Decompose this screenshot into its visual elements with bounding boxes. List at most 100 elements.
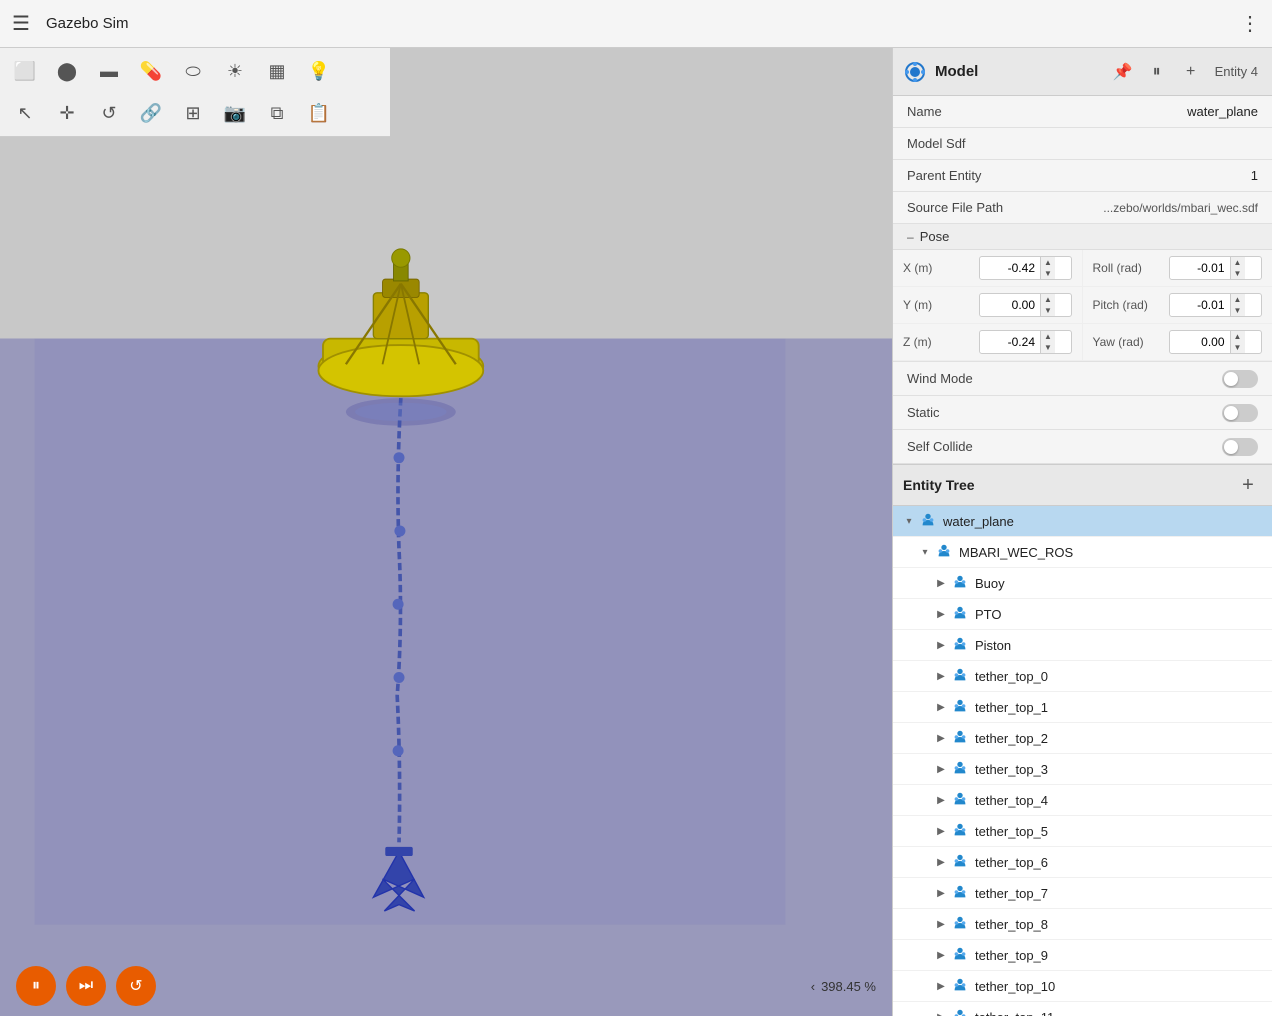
pose-input-wrap-0-left: ▲ ▼ — [979, 256, 1072, 280]
pose-input-0-right[interactable] — [1170, 258, 1230, 278]
sphere-btn[interactable]: ⬤ — [48, 52, 86, 90]
tree-chevron-12: ▶ — [933, 885, 949, 901]
pose-spin-dn-0-left[interactable]: ▼ — [1041, 268, 1055, 279]
list-item[interactable]: ▾ water_plane — [893, 506, 1272, 537]
move-btn[interactable]: ✛ — [48, 94, 86, 132]
copy-btn[interactable]: ⧉ — [258, 94, 296, 132]
pose-input-2-right[interactable] — [1170, 332, 1230, 352]
toolbar-row-2: ↖✛↺🔗⊞📷⧉📋 — [6, 94, 384, 132]
pose-spin-dn-1-right[interactable]: ▼ — [1231, 305, 1245, 316]
pin-button[interactable]: 📌 — [1109, 58, 1137, 86]
camera-btn[interactable]: 📷 — [216, 94, 254, 132]
pose-label: Pose — [920, 229, 950, 244]
play-pause-button[interactable]: ⏸ — [16, 966, 56, 1006]
parent-entity-row: Parent Entity 1 — [893, 160, 1272, 192]
tree-node-label-4: Piston — [975, 638, 1011, 653]
toggle-label-1: Static — [907, 405, 1222, 420]
app-title: Gazebo Sim — [46, 15, 129, 32]
pose-spin-up-1-right[interactable]: ▲ — [1231, 294, 1245, 305]
pose-input-2-left[interactable] — [980, 332, 1040, 352]
toggle-row-self-collide: Self Collide — [893, 430, 1272, 464]
source-file-label: Source File Path — [907, 200, 1037, 215]
tree-chevron-2: ▶ — [933, 575, 949, 591]
viewport[interactable]: ⏸ ⏭ ↺ ‹ 398.45 % — [0, 48, 892, 1016]
list-item[interactable]: ▶ tether_top_7 — [893, 878, 1272, 909]
add-model-button[interactable]: + — [1177, 58, 1205, 86]
pause-button[interactable]: ⏸ — [1143, 58, 1171, 86]
toggle-switch-1[interactable] — [1222, 404, 1258, 422]
pose-toggle[interactable]: – — [907, 230, 914, 244]
toggle-row-static: Static — [893, 396, 1272, 430]
tree-chevron-6: ▶ — [933, 699, 949, 715]
list-item[interactable]: ▶ tether_top_10 — [893, 971, 1272, 1002]
capsule-btn[interactable]: 💊 — [132, 52, 170, 90]
person-icon-12 — [951, 883, 969, 901]
list-item[interactable]: ▶ Buoy — [893, 568, 1272, 599]
pose-spin-up-1-left[interactable]: ▲ — [1041, 294, 1055, 305]
toggle-switch-2[interactable] — [1222, 438, 1258, 456]
pose-spin-up-2-right[interactable]: ▲ — [1231, 331, 1245, 342]
rotate-btn[interactable]: ↺ — [90, 94, 128, 132]
more-icon[interactable]: ⋮ — [1240, 11, 1260, 36]
list-item[interactable]: ▶ tether_top_3 — [893, 754, 1272, 785]
pose-input-wrap-2-left: ▲ ▼ — [979, 330, 1072, 354]
list-item[interactable]: ▶ tether_top_0 — [893, 661, 1272, 692]
pose-spin-dn-0-right[interactable]: ▼ — [1231, 268, 1245, 279]
link-btn[interactable]: 🔗 — [132, 94, 170, 132]
right-panel: Model 📌 ⏸ + Entity 4 Name water_plane Mo… — [892, 48, 1272, 1016]
ellipsoid-btn[interactable]: ⬭ — [174, 52, 212, 90]
pose-input-1-right[interactable] — [1170, 295, 1230, 315]
list-item[interactable]: ▶ tether_top_8 — [893, 909, 1272, 940]
list-item[interactable]: ▶ tether_top_11 — [893, 1002, 1272, 1016]
list-item[interactable]: ▶ PTO — [893, 599, 1272, 630]
pose-spin-up-2-left[interactable]: ▲ — [1041, 331, 1055, 342]
person-icon-3 — [951, 604, 969, 622]
box-btn[interactable]: ⬜ — [6, 52, 44, 90]
pose-spin-up-0-right[interactable]: ▲ — [1231, 257, 1245, 268]
paste-btn[interactable]: 📋 — [300, 94, 338, 132]
grid-btn[interactable]: ▦ — [258, 52, 296, 90]
node-icon-1 — [935, 542, 955, 562]
select-btn[interactable]: ↖ — [6, 94, 44, 132]
bottom-bar: ⏸ ⏭ ↺ ‹ 398.45 % — [0, 956, 892, 1016]
pose-label-0-right: Roll (rad) — [1093, 261, 1163, 275]
tree-node-label-5: tether_top_0 — [975, 669, 1048, 684]
pose-spin-dn-2-left[interactable]: ▼ — [1041, 342, 1055, 353]
reset-button[interactable]: ↺ — [116, 966, 156, 1006]
entity-tree-list[interactable]: ▾ water_plane▾ MBARI_WEC_ROS▶ Buoy▶ PTO▶… — [893, 506, 1272, 1016]
list-item[interactable]: ▶ tether_top_6 — [893, 847, 1272, 878]
person-icon-2 — [951, 573, 969, 591]
list-item[interactable]: ▾ MBARI_WEC_ROS — [893, 537, 1272, 568]
entity-tree-add-button[interactable]: + — [1234, 471, 1262, 499]
fast-forward-button[interactable]: ⏭ — [66, 966, 106, 1006]
node-icon-3 — [951, 604, 971, 624]
grid2-btn[interactable]: ⊞ — [174, 94, 212, 132]
toggle-switch-0[interactable] — [1222, 370, 1258, 388]
zoom-value: 398.45 % — [821, 979, 876, 994]
list-item[interactable]: ▶ tether_top_2 — [893, 723, 1272, 754]
list-item[interactable]: ▶ tether_top_4 — [893, 785, 1272, 816]
list-item[interactable]: ▶ tether_top_9 — [893, 940, 1272, 971]
pose-spin-dn-2-right[interactable]: ▼ — [1231, 342, 1245, 353]
toolbar: ⬜⬤▬💊⬭☀▦💡 ↖✛↺🔗⊞📷⧉📋 — [0, 48, 390, 137]
list-item[interactable]: ▶ Piston — [893, 630, 1272, 661]
pose-spin-dn-1-left[interactable]: ▼ — [1041, 305, 1055, 316]
list-item[interactable]: ▶ tether_top_5 — [893, 816, 1272, 847]
person-icon-0 — [919, 511, 937, 529]
pose-spin-up-0-left[interactable]: ▲ — [1041, 257, 1055, 268]
tree-chevron-13: ▶ — [933, 916, 949, 932]
pose-input-1-left[interactable] — [980, 295, 1040, 315]
node-icon-16 — [951, 1007, 971, 1016]
list-item[interactable]: ▶ tether_top_1 — [893, 692, 1272, 723]
tree-node-label-2: Buoy — [975, 576, 1005, 591]
menu-icon[interactable]: ☰ — [12, 11, 30, 36]
pose-input-0-left[interactable] — [980, 258, 1040, 278]
pose-cell-y--m-: Y (m) ▲ ▼ — [893, 287, 1083, 324]
tree-chevron-3: ▶ — [933, 606, 949, 622]
cylinder-btn[interactable]: ▬ — [90, 52, 128, 90]
tree-node-label-15: tether_top_10 — [975, 979, 1055, 994]
sun-btn[interactable]: ☀ — [216, 52, 254, 90]
pose-label-2-left: Z (m) — [903, 335, 973, 349]
entity-tree-title: Entity Tree — [903, 477, 1234, 493]
light-btn[interactable]: 💡 — [300, 52, 338, 90]
